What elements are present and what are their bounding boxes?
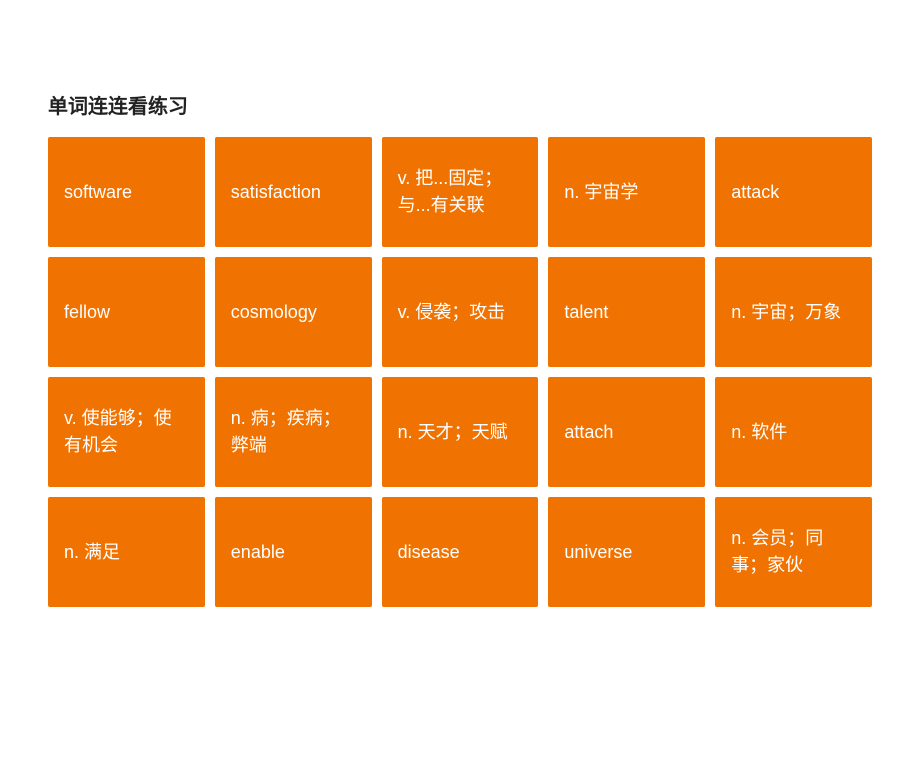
card-item[interactable]: n. 宇宙学 <box>548 137 705 247</box>
page-title: 单词连连看练习 <box>48 90 920 119</box>
card-item[interactable]: n. 宇宙；万象 <box>715 257 872 367</box>
card-item[interactable]: satisfaction <box>215 137 372 247</box>
card-item[interactable]: n. 病；疾病；弊端 <box>215 377 372 487</box>
card-item[interactable]: fellow <box>48 257 205 367</box>
card-item[interactable]: v. 侵袭；攻击 <box>382 257 539 367</box>
card-item[interactable]: cosmology <box>215 257 372 367</box>
card-item[interactable]: v. 使能够；使有机会 <box>48 377 205 487</box>
card-item[interactable]: software <box>48 137 205 247</box>
card-item[interactable]: disease <box>382 497 539 607</box>
card-item[interactable]: n. 满足 <box>48 497 205 607</box>
card-item[interactable]: n. 会员；同事；家伙 <box>715 497 872 607</box>
card-grid: softwaresatisfactionv. 把...固定；与...有关联n. … <box>48 137 872 607</box>
card-item[interactable]: n. 天才；天赋 <box>382 377 539 487</box>
card-item[interactable]: talent <box>548 257 705 367</box>
card-item[interactable]: attach <box>548 377 705 487</box>
card-item[interactable]: n. 软件 <box>715 377 872 487</box>
card-item[interactable]: universe <box>548 497 705 607</box>
card-item[interactable]: v. 把...固定；与...有关联 <box>382 137 539 247</box>
card-item[interactable]: attack <box>715 137 872 247</box>
card-item[interactable]: enable <box>215 497 372 607</box>
